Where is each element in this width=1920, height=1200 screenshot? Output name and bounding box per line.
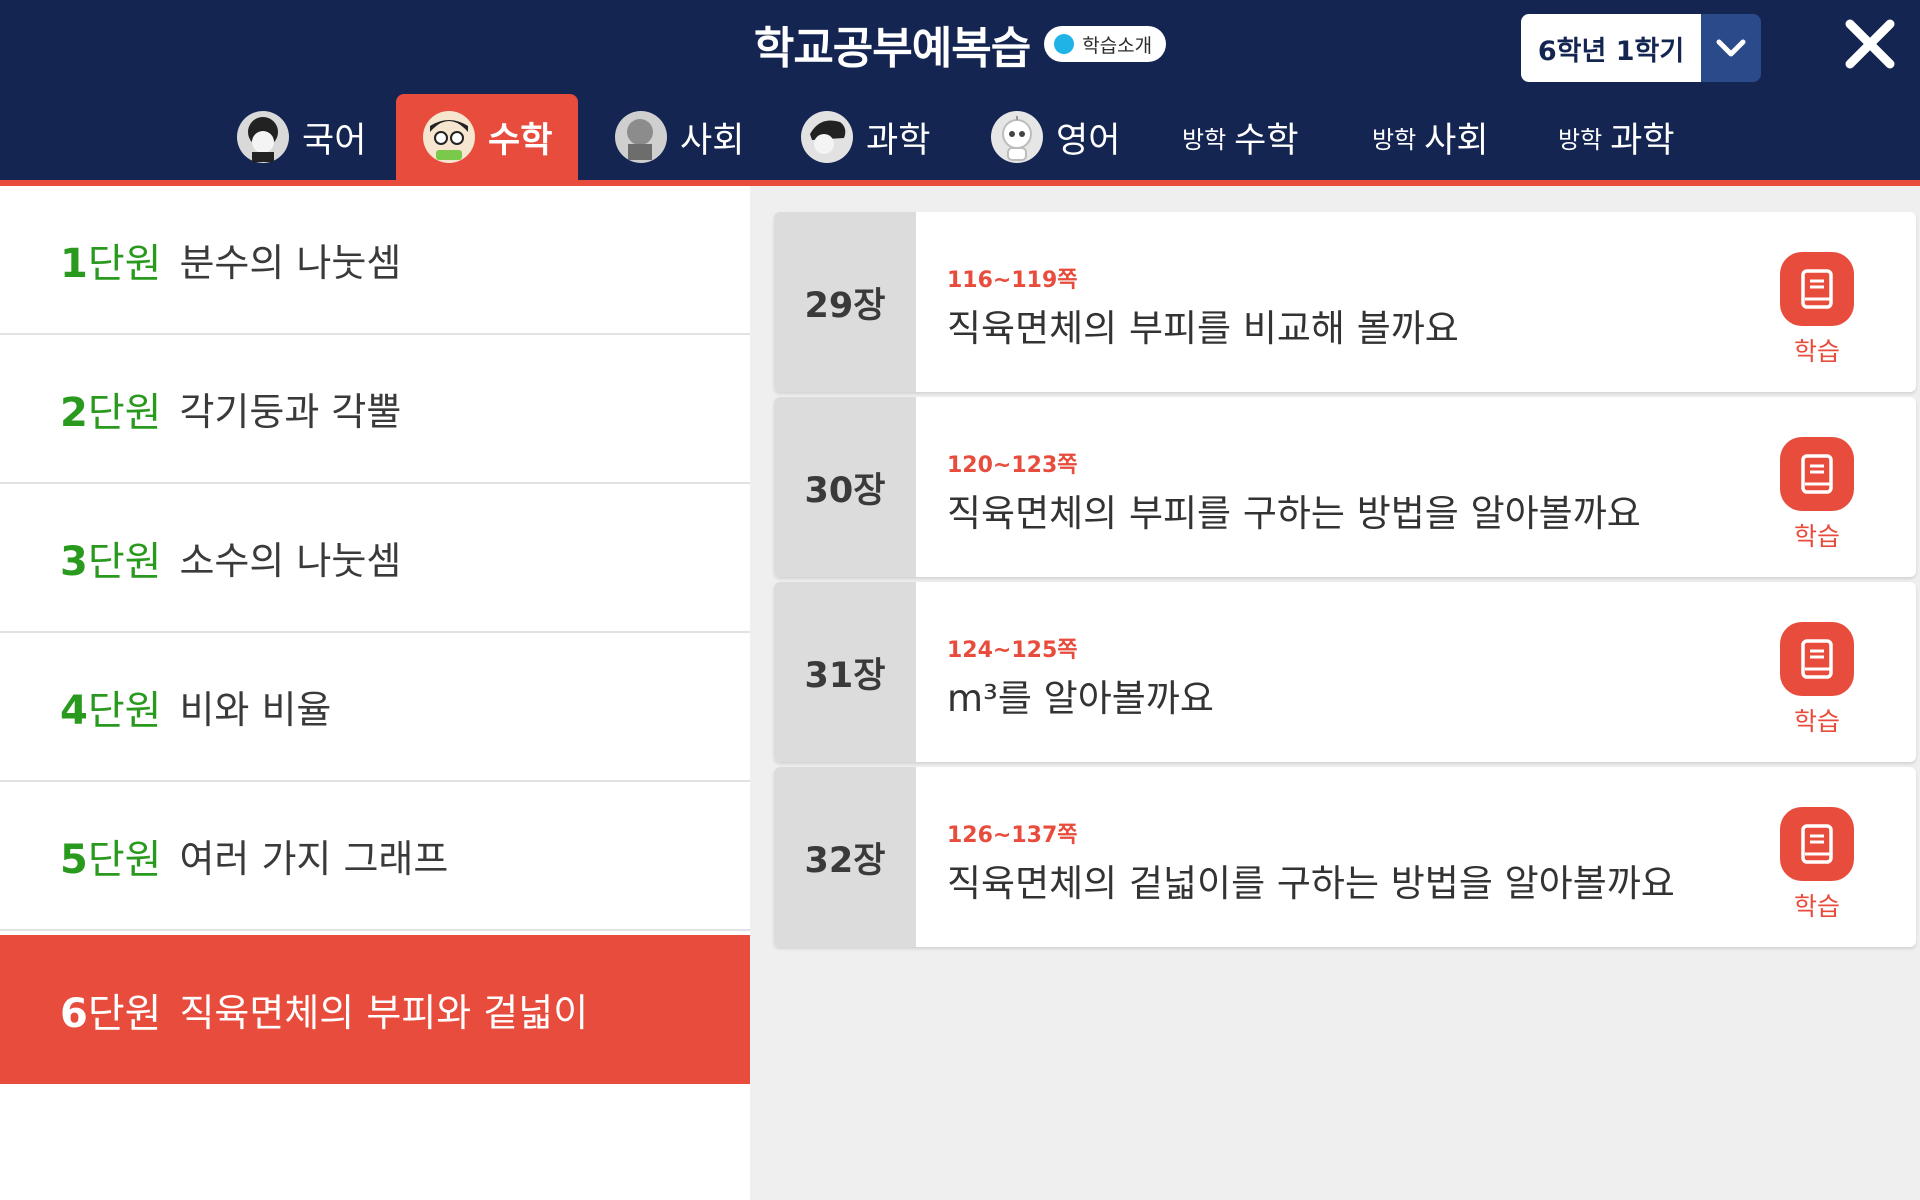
- study-button[interactable]: [1780, 807, 1854, 881]
- tab-vacation-math[interactable]: 방학 수학: [1182, 94, 1299, 180]
- chapter-number: 30장: [774, 397, 916, 577]
- page-range: 124~125쪽: [947, 638, 1078, 663]
- page-range: 116~119쪽: [947, 268, 1078, 293]
- unit-item-5[interactable]: 5단원 여러 가지 그래프: [0, 782, 750, 931]
- lesson-card-32[interactable]: 32장 126~137쪽 직육면체의 겉넓이를 구하는 방법을 알아볼까요 학습: [774, 767, 1916, 947]
- tab-social[interactable]: 사회: [614, 94, 744, 180]
- tab-label: 영어: [1056, 120, 1121, 161]
- lesson-title: 직육면체의 부피를 구하는 방법을 알아볼까요: [947, 492, 1641, 535]
- study-button[interactable]: [1780, 252, 1854, 326]
- study-label[interactable]: 학습: [1777, 517, 1857, 553]
- study-label[interactable]: 학습: [1777, 887, 1857, 923]
- korean-character-icon: [237, 111, 289, 163]
- unit-number: 3단원: [60, 538, 162, 585]
- study-button[interactable]: [1780, 437, 1854, 511]
- tab-label: 과학: [866, 120, 931, 161]
- unit-item-3[interactable]: 3단원 소수의 나눗셈: [0, 484, 750, 633]
- book-icon: [1801, 269, 1833, 309]
- lesson-card-30[interactable]: 30장 120~123쪽 직육면체의 부피를 구하는 방법을 알아볼까요 학습: [774, 397, 1916, 577]
- tab-english[interactable]: 영어: [990, 94, 1120, 180]
- subject-tabs: 국어 수학 사회 과학 영어 방학 수학 방학 사회 방학 과학: [0, 94, 1920, 180]
- english-robot-icon: [991, 111, 1043, 163]
- grade-selector[interactable]: 6학년 1학기: [1521, 14, 1761, 82]
- study-label[interactable]: 학습: [1777, 702, 1857, 738]
- grade-dropdown-button[interactable]: [1701, 14, 1761, 82]
- social-character-icon: [615, 111, 667, 163]
- tab-label: 사회: [1424, 120, 1489, 161]
- tab-label: 수학: [1234, 120, 1299, 161]
- tab-label: 사회: [680, 120, 745, 161]
- tab-prefix: 방학: [1558, 125, 1603, 154]
- intro-label: 학습소개: [1082, 34, 1153, 57]
- tab-label: 국어: [302, 120, 367, 161]
- unit-item-4[interactable]: 4단원 비와 비율: [0, 633, 750, 782]
- close-icon: [1845, 19, 1895, 69]
- book-icon: [1801, 824, 1833, 864]
- unit-number: 5단원: [60, 836, 162, 883]
- page-range: 120~123쪽: [947, 453, 1078, 478]
- unit-item-1[interactable]: 1단원 분수의 나눗셈: [0, 186, 750, 335]
- tab-label: 수학: [488, 120, 553, 161]
- unit-number: 4단원: [60, 687, 162, 734]
- page-range: 126~137쪽: [947, 823, 1078, 848]
- tab-korean[interactable]: 국어: [236, 94, 366, 180]
- chapter-number: 31장: [774, 582, 916, 762]
- lesson-title: 직육면체의 부피를 비교해 볼까요: [947, 307, 1459, 350]
- intro-dot-icon: [1054, 34, 1075, 54]
- app-header: 학교공부예복습 학습소개 6학년 1학기 국어 수학 사회 과학 영어 방학 수…: [0, 0, 1920, 180]
- lesson-title: m³를 알아볼까요: [947, 677, 1214, 720]
- lesson-panel: 29장 116~119쪽 직육면체의 부피를 비교해 볼까요 학습 30장 12…: [750, 186, 1920, 1200]
- tab-prefix: 방학: [1182, 125, 1227, 154]
- chapter-number: 32장: [774, 767, 916, 947]
- tab-vacation-science[interactable]: 방학 과학: [1558, 94, 1675, 180]
- tab-label: 과학: [1610, 120, 1675, 161]
- tab-prefix: 방학: [1372, 125, 1417, 154]
- lesson-card-31[interactable]: 31장 124~125쪽 m³를 알아볼까요 학습: [774, 582, 1916, 762]
- unit-name: 여러 가지 그래프: [179, 837, 449, 881]
- unit-name: 각기둥과 각뿔: [179, 390, 402, 434]
- chapter-number: 29장: [774, 212, 916, 392]
- lesson-title: 직육면체의 겉넓이를 구하는 방법을 알아볼까요: [947, 862, 1675, 905]
- tab-science[interactable]: 과학: [800, 94, 930, 180]
- grade-value: 6학년 1학기: [1521, 14, 1701, 82]
- page-title: 학교공부예복습: [753, 23, 1031, 74]
- unit-name: 소수의 나눗셈: [179, 539, 402, 583]
- lesson-card-29[interactable]: 29장 116~119쪽 직육면체의 부피를 비교해 볼까요 학습: [774, 212, 1916, 392]
- math-character-icon: [423, 111, 475, 163]
- unit-number: 6단원: [60, 990, 162, 1037]
- study-button[interactable]: [1780, 622, 1854, 696]
- tab-math[interactable]: 수학: [396, 94, 579, 180]
- unit-item-2[interactable]: 2단원 각기둥과 각뿔: [0, 335, 750, 484]
- science-character-icon: [801, 111, 853, 163]
- study-label[interactable]: 학습: [1777, 332, 1857, 368]
- unit-item-6[interactable]: 6단원 직육면체의 부피와 겉넓이: [0, 935, 750, 1084]
- close-button[interactable]: [1840, 14, 1900, 74]
- unit-name: 직육면체의 부피와 겉넓이: [179, 991, 589, 1035]
- chevron-down-icon: [1716, 39, 1746, 57]
- intro-button[interactable]: 학습소개: [1044, 26, 1167, 62]
- unit-name: 분수의 나눗셈: [179, 241, 402, 285]
- book-icon: [1801, 639, 1833, 679]
- tab-vacation-social[interactable]: 방학 사회: [1372, 94, 1489, 180]
- unit-list: 1단원 분수의 나눗셈 2단원 각기둥과 각뿔 3단원 소수의 나눗셈 4단원 …: [0, 186, 760, 1200]
- unit-number: 2단원: [60, 389, 162, 436]
- unit-number: 1단원: [60, 240, 162, 287]
- book-icon: [1801, 454, 1833, 494]
- unit-name: 비와 비율: [179, 688, 332, 732]
